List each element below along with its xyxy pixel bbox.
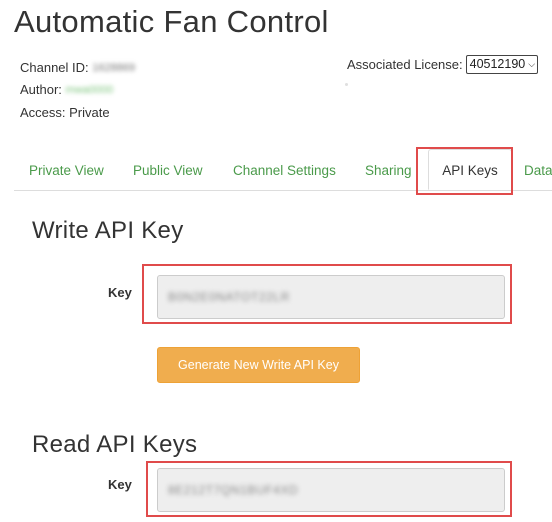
chevron-down-icon: ⌵ <box>528 59 536 69</box>
access-row: Access: Private <box>20 102 135 124</box>
associated-license: Associated License: 40512190 ⌵ <box>347 55 539 74</box>
channel-id-label: Channel ID: <box>20 60 89 75</box>
access-value: Private <box>69 104 110 120</box>
access-label: Access: <box>20 104 66 120</box>
tab-data[interactable]: Data <box>524 163 552 178</box>
write-key-highlight <box>142 264 512 324</box>
tab-private-view[interactable]: Private View <box>29 163 104 178</box>
tab-public-view[interactable]: Public View <box>133 163 203 178</box>
author-row: Author: mwa0000 <box>20 79 135 101</box>
api-keys-tab-highlight <box>416 147 513 195</box>
read-key-label: Key <box>108 477 132 492</box>
decorative-dot <box>345 83 348 86</box>
license-label: Associated License: <box>347 57 463 72</box>
channel-meta: Channel ID: 1628869 Author: mwa0000 Acce… <box>20 57 135 123</box>
author-label: Author: <box>20 82 62 98</box>
tab-sharing[interactable]: Sharing <box>365 163 412 178</box>
channel-id-row: Channel ID: 1628869 <box>20 57 135 79</box>
read-key-highlight <box>146 461 512 517</box>
generate-write-api-key-button[interactable]: Generate New Write API Key <box>157 347 360 383</box>
page-title: Automatic Fan Control <box>14 4 329 39</box>
tab-channel-settings[interactable]: Channel Settings <box>233 163 336 178</box>
page: Automatic Fan Control Channel ID: 162886… <box>0 0 552 522</box>
channel-id-value: 1628869 <box>92 61 136 74</box>
author-link[interactable]: mwa0000 <box>66 80 114 102</box>
read-api-heading: Read API Keys <box>32 431 198 458</box>
license-selected-value: 40512190 <box>469 57 526 71</box>
license-select[interactable]: 40512190 ⌵ <box>465 55 539 74</box>
write-key-label: Key <box>108 285 132 300</box>
write-api-heading: Write API Key <box>32 217 184 244</box>
